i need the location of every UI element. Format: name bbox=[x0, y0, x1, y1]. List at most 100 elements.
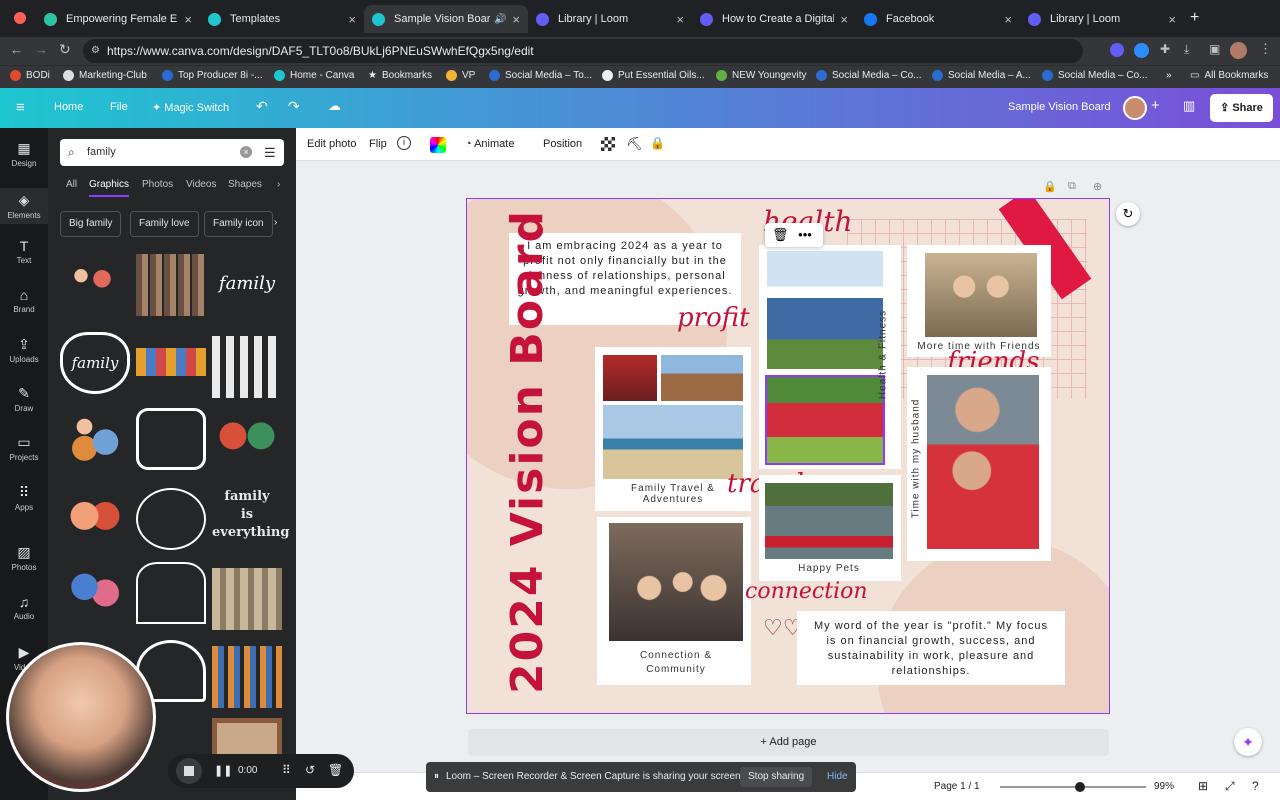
close-icon[interactable]: × bbox=[840, 12, 848, 27]
tab-4[interactable]: How to Create a Digital V × bbox=[692, 5, 856, 33]
undo-icon[interactable]: ↶ bbox=[256, 98, 268, 115]
graphic-family-thumb[interactable] bbox=[60, 562, 130, 624]
tabs-scroll-icon[interactable]: › bbox=[277, 179, 280, 190]
extension-loom-icon[interactable] bbox=[1110, 43, 1124, 57]
animate-button[interactable]: ◔ Animate bbox=[465, 138, 514, 150]
insights-icon[interactable]: ▥ bbox=[1183, 98, 1195, 114]
graphic-family-thumb[interactable] bbox=[60, 408, 130, 470]
close-icon[interactable]: × bbox=[676, 12, 684, 27]
forward-icon[interactable]: → bbox=[35, 42, 48, 57]
lock-icon[interactable]: 🔒 bbox=[650, 136, 665, 150]
photo-marching-band[interactable] bbox=[603, 355, 657, 401]
window-close-dot[interactable] bbox=[14, 12, 26, 24]
rail-audio[interactable]: ♫ Audio bbox=[0, 594, 48, 621]
zoom-slider[interactable] bbox=[1000, 786, 1146, 788]
graphic-family-thumb[interactable] bbox=[136, 408, 206, 470]
photo-friends[interactable] bbox=[925, 253, 1037, 337]
tab-3[interactable]: Library | Loom × bbox=[528, 5, 692, 33]
more-options-icon[interactable]: ••• bbox=[798, 227, 812, 242]
husband-card[interactable]: Time with my husband bbox=[907, 367, 1051, 561]
restart-icon[interactable]: ↺ bbox=[305, 763, 315, 777]
tab-photos[interactable]: Photos bbox=[142, 179, 173, 190]
menu-icon[interactable]: ⋮ bbox=[1259, 41, 1272, 57]
pause-record-icon[interactable]: ❚❚ bbox=[214, 764, 232, 777]
reload-icon[interactable]: ↻ bbox=[59, 41, 71, 58]
edit-photo-button[interactable]: Edit photo bbox=[307, 138, 357, 150]
photo-community-group[interactable] bbox=[609, 523, 743, 641]
bookmarks-overflow-icon[interactable]: » bbox=[1166, 70, 1172, 81]
tab-graphics[interactable]: Graphics bbox=[89, 179, 130, 197]
rail-elements[interactable]: ◈ Elements bbox=[0, 188, 48, 224]
word-of-year-card[interactable]: My word of the year is "profit." My focu… bbox=[797, 611, 1065, 685]
community-card[interactable]: Connection & Community bbox=[597, 517, 751, 685]
filter-icon[interactable]: ☰ bbox=[264, 139, 276, 166]
close-icon[interactable]: × bbox=[1004, 12, 1012, 27]
tab-1[interactable]: Templates × bbox=[200, 5, 364, 33]
pets-card[interactable]: Happy Pets bbox=[759, 475, 901, 581]
zoom-level[interactable]: 99% bbox=[1154, 781, 1174, 792]
rail-brand[interactable]: ⌂ Brand bbox=[0, 287, 48, 314]
url-field[interactable]: ⚙ https://www.canva.com/design/DAF5_TLT0o… bbox=[83, 39, 1083, 63]
photo-dirt-bike[interactable] bbox=[661, 355, 743, 401]
tab-6[interactable]: Library | Loom × bbox=[1020, 5, 1184, 33]
photo-kayak-dog[interactable] bbox=[765, 483, 893, 559]
redo-icon[interactable]: ↷ bbox=[288, 98, 300, 115]
rail-text[interactable]: T Text bbox=[0, 238, 48, 265]
hamburger-icon[interactable]: ≡ bbox=[16, 99, 25, 116]
bookmark-item[interactable]: BODi bbox=[10, 70, 50, 81]
rail-design[interactable]: ▦ Design bbox=[0, 140, 48, 168]
add-page-button[interactable]: + Add page bbox=[468, 729, 1109, 756]
close-icon[interactable]: × bbox=[184, 12, 192, 27]
refresh-icon[interactable]: ↻ bbox=[1116, 202, 1140, 226]
webcam-bubble[interactable] bbox=[6, 642, 156, 792]
tab-2[interactable]: Sample Vision Board 🔊 × bbox=[364, 5, 528, 33]
graphic-family-thumb[interactable] bbox=[60, 254, 130, 316]
bookmark-item[interactable]: Social Media – Co... bbox=[1042, 70, 1148, 81]
color-picker-icon[interactable] bbox=[430, 137, 446, 153]
hide-button[interactable]: Hide bbox=[827, 771, 848, 782]
fullscreen-icon[interactable]: ⤢ bbox=[1225, 779, 1235, 794]
bookmark-item[interactable]: ★ Bookmarks bbox=[368, 70, 432, 81]
add-page-icon[interactable]: ⊕ bbox=[1093, 180, 1102, 193]
profile-avatar[interactable] bbox=[1230, 42, 1247, 59]
graphic-family-thumb[interactable] bbox=[136, 348, 206, 376]
file-menu[interactable]: File bbox=[110, 101, 128, 113]
bookmark-item[interactable]: Home - Canva bbox=[274, 70, 354, 81]
photo-veggies-selected[interactable] bbox=[765, 375, 885, 465]
clear-search-icon[interactable]: × bbox=[240, 146, 252, 158]
graphic-family-thumb[interactable] bbox=[60, 488, 130, 550]
grid-view-icon[interactable]: ⊞ bbox=[1198, 779, 1208, 793]
zoom-slider-handle[interactable] bbox=[1075, 782, 1085, 792]
bookmark-item[interactable]: VP bbox=[446, 70, 475, 81]
magic-assistant-icon[interactable]: ✦ bbox=[1234, 728, 1262, 756]
download-icon[interactable]: ⤓ bbox=[1184, 42, 1189, 57]
sidepanel-icon[interactable]: ▣ bbox=[1209, 42, 1220, 56]
graphic-family-thumb[interactable]: family bbox=[212, 264, 282, 326]
drag-handle-icon[interactable]: ⠿ bbox=[282, 763, 291, 777]
graphic-family-thumb[interactable] bbox=[212, 646, 282, 708]
rail-photos[interactable]: ▨ Photos bbox=[0, 544, 48, 572]
bookmark-item[interactable]: Social Media – A... bbox=[932, 70, 1031, 81]
speaker-icon[interactable]: 🔊 bbox=[494, 14, 506, 25]
position-button[interactable]: Position bbox=[543, 138, 582, 150]
page-indicator[interactable]: Page 1 / 1 bbox=[934, 781, 980, 792]
graphic-family-thumb[interactable] bbox=[212, 568, 282, 630]
all-bookmarks[interactable]: ▭ All Bookmarks bbox=[1190, 70, 1268, 81]
flip-button[interactable]: Flip bbox=[369, 138, 387, 150]
close-icon[interactable]: × bbox=[348, 12, 356, 27]
graphic-family-thumb[interactable] bbox=[212, 408, 282, 470]
bookmark-item[interactable]: Marketing-Club bbox=[63, 70, 147, 81]
vision-board-canvas[interactable]: I am embracing 2024 as a year to profit … bbox=[466, 198, 1110, 714]
bookmark-item[interactable]: Top Producer 8i -... bbox=[162, 70, 262, 81]
extensions-icon[interactable]: ✚ bbox=[1160, 42, 1170, 56]
magic-switch-button[interactable]: ✦ Magic Switch bbox=[152, 101, 229, 114]
close-icon[interactable]: × bbox=[512, 12, 520, 27]
graphic-family-thumb[interactable] bbox=[136, 254, 206, 316]
share-button[interactable]: ⇪ Share bbox=[1210, 94, 1273, 122]
site-info-icon[interactable]: ⚙ bbox=[91, 39, 100, 63]
graphic-family-thumb[interactable]: family is everything bbox=[212, 488, 289, 550]
tab-0[interactable]: Empowering Female Entre × bbox=[36, 5, 200, 33]
health-fitness-card[interactable]: Health & Fitness bbox=[759, 245, 901, 469]
friends-card[interactable]: More time with Friends bbox=[907, 245, 1051, 357]
tab-videos[interactable]: Videos bbox=[186, 179, 216, 190]
